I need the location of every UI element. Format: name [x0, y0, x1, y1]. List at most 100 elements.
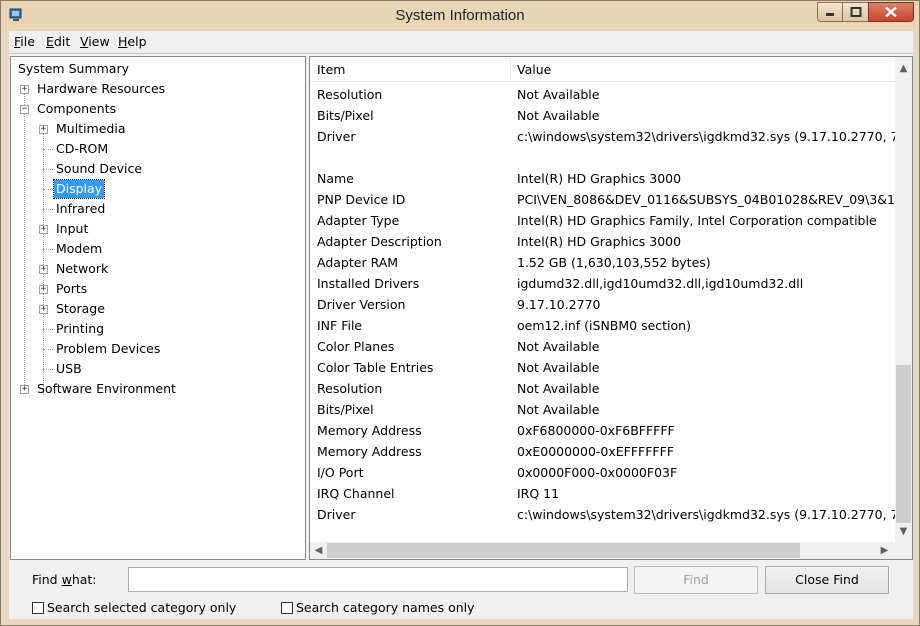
tree-line: [43, 329, 53, 330]
app-window: System Information File Edit View Help S…: [0, 0, 920, 626]
table-row[interactable]: Color Table Entries Not Available: [310, 357, 895, 378]
row-item-cell: Memory Address: [317, 444, 422, 459]
table-row[interactable]: INF File oem12.inf (iSNBM0 section): [310, 315, 895, 336]
close-window-button[interactable]: [868, 2, 914, 22]
details-list[interactable]: Item Value Resolution Not Available Bits/P…: [309, 56, 913, 560]
table-row[interactable]: Name Intel(R) HD Graphics 3000: [310, 168, 895, 189]
table-row[interactable]: Bits/Pixel Not Available: [310, 105, 895, 126]
tree-item-label: Storage: [56, 301, 105, 316]
tree-item-storage[interactable]: + Storage: [39, 300, 239, 318]
find-button[interactable]: Find: [634, 566, 758, 594]
expand-plus-icon[interactable]: +: [39, 285, 48, 294]
tree-item-hardware-resources[interactable]: + Hardware Resources: [20, 80, 220, 98]
table-row[interactable]: Adapter Description Intel(R) HD Graphics …: [310, 231, 895, 252]
minimize-button[interactable]: [817, 2, 843, 22]
tree-item-software-environment[interactable]: + Software Environment: [20, 380, 220, 398]
column-header-item[interactable]: Item: [317, 62, 345, 77]
row-value-cell: 0xE0000000-0xEFFFFFFF: [517, 444, 675, 459]
collapse-minus-icon[interactable]: −: [20, 105, 29, 114]
table-row[interactable]: [310, 147, 895, 168]
table-row[interactable]: I/O Port 0x0000F000-0x0000F03F: [310, 462, 895, 483]
row-item-cell: Adapter Type: [317, 213, 400, 228]
find-what-label-accel: w: [61, 572, 72, 587]
tree-item-network[interactable]: + Network: [39, 260, 239, 278]
scroll-up-arrow-icon[interactable]: ▲: [895, 60, 912, 77]
row-value-cell: Not Available: [517, 402, 600, 417]
scroll-right-arrow-icon[interactable]: ▶: [876, 542, 893, 559]
find-what-label-pre: Find: [32, 572, 62, 587]
tree-item-label: Components: [37, 101, 117, 116]
tree-item-label: Multimedia: [56, 121, 126, 136]
row-value-cell: IRQ 11: [517, 486, 560, 501]
find-what-input[interactable]: [128, 567, 628, 592]
table-row[interactable]: Memory Address 0xF6800000-0xF6BFFFFF: [310, 420, 895, 441]
menu-view[interactable]: View: [80, 34, 110, 49]
category-tree[interactable]: System Summary + Hardware Resources − Co…: [10, 56, 306, 560]
vertical-scrollbar[interactable]: ▲ ▼: [895, 57, 912, 542]
find-what-label-post: hat:: [71, 572, 97, 587]
table-row[interactable]: Installed Drivers igdumd32.dll,igd10umd32…: [310, 273, 895, 294]
tree-line: [43, 149, 53, 150]
row-value-cell: c:\windows\system32\drivers\igdkmd32.sys…: [517, 129, 895, 144]
menu-edit[interactable]: Edit: [46, 34, 70, 49]
tree-line: [43, 249, 53, 250]
tree-line: [24, 87, 25, 387]
expand-plus-icon[interactable]: +: [39, 125, 48, 134]
menu-help[interactable]: Help: [118, 34, 147, 49]
table-row[interactable]: Color Planes Not Available: [310, 336, 895, 357]
row-value-cell: Not Available: [517, 360, 600, 375]
checkbox-box[interactable]: [32, 602, 44, 614]
menu-view-label: iew: [88, 34, 110, 49]
vertical-scroll-thumb[interactable]: [896, 365, 911, 523]
tree-item-ports[interactable]: + Ports: [39, 280, 239, 298]
column-divider[interactable]: [510, 59, 511, 79]
column-header-value[interactable]: Value: [517, 62, 551, 77]
row-value-cell: Intel(R) HD Graphics 3000: [517, 234, 682, 249]
expand-plus-icon[interactable]: +: [39, 225, 48, 234]
table-row[interactable]: Resolution Not Available: [310, 378, 895, 399]
table-row[interactable]: Adapter Type Intel(R) HD Graphics Family,…: [310, 210, 895, 231]
row-item-cell: Name: [317, 171, 354, 186]
row-item-cell: Color Table Entries: [317, 360, 434, 375]
horizontal-scrollbar[interactable]: ◀ ▶: [310, 542, 895, 559]
table-row[interactable]: Memory Address 0xE0000000-0xEFFFFFFF: [310, 441, 895, 462]
row-value-cell: igdumd32.dll,igd10umd32.dll,igd10umd32.d…: [517, 276, 804, 291]
checkbox-box[interactable]: [281, 602, 293, 614]
row-value-cell: Not Available: [517, 381, 600, 396]
menu-edit-label: dit: [53, 34, 71, 49]
menu-bar: File Edit View Help: [9, 31, 913, 54]
maximize-button[interactable]: [842, 2, 869, 22]
title-bar[interactable]: System Information: [1, 1, 919, 31]
expand-plus-icon[interactable]: +: [39, 265, 48, 274]
tree-item-input[interactable]: + Input: [39, 220, 239, 238]
row-value-cell: 1.52 GB (1,630,103,552 bytes): [517, 255, 711, 270]
scroll-left-arrow-icon[interactable]: ◀: [310, 542, 327, 559]
row-value-cell: 0x0000F000-0x0000F03F: [517, 465, 678, 480]
horizontal-scroll-thumb[interactable]: [327, 543, 800, 558]
scroll-down-arrow-icon[interactable]: ▼: [895, 523, 912, 540]
table-row[interactable]: Driver Version 9.17.10.2770: [310, 294, 895, 315]
expand-plus-icon[interactable]: +: [39, 305, 48, 314]
close-icon: [885, 6, 897, 18]
close-find-button[interactable]: Close Find: [765, 566, 889, 594]
expand-plus-icon[interactable]: +: [20, 385, 29, 394]
table-row[interactable]: Adapter RAM 1.52 GB (1,630,103,552 bytes): [310, 252, 895, 273]
expand-plus-icon[interactable]: +: [20, 85, 29, 94]
table-row[interactable]: PNP Device ID PCI\VEN_8086&DEV_0116&SUBSY…: [310, 189, 895, 210]
tree-item-label-selected: Display: [52, 179, 106, 199]
tree-item-components[interactable]: − Components: [20, 100, 220, 118]
table-row[interactable]: Resolution Not Available: [310, 84, 895, 105]
table-row[interactable]: Driver c:\windows\system32\drivers\igdkmd…: [310, 126, 895, 147]
tree-item-label: Ports: [56, 281, 88, 296]
menu-file[interactable]: File: [14, 34, 35, 49]
tree-item-multimedia[interactable]: + Multimedia: [39, 120, 239, 138]
tree-item-label: Modem: [56, 241, 103, 256]
table-row[interactable]: Bits/Pixel Not Available: [310, 399, 895, 420]
maximize-icon: [850, 7, 861, 17]
table-row[interactable]: IRQ Channel IRQ 11: [310, 483, 895, 504]
row-item-cell: Color Planes: [317, 339, 395, 354]
row-item-cell: Installed Drivers: [317, 276, 420, 291]
table-row[interactable]: Driver c:\windows\system32\drivers\igdkmd…: [310, 504, 895, 525]
tree-item-label: USB: [56, 361, 82, 376]
checkbox-label: Search selected category only: [47, 600, 237, 615]
